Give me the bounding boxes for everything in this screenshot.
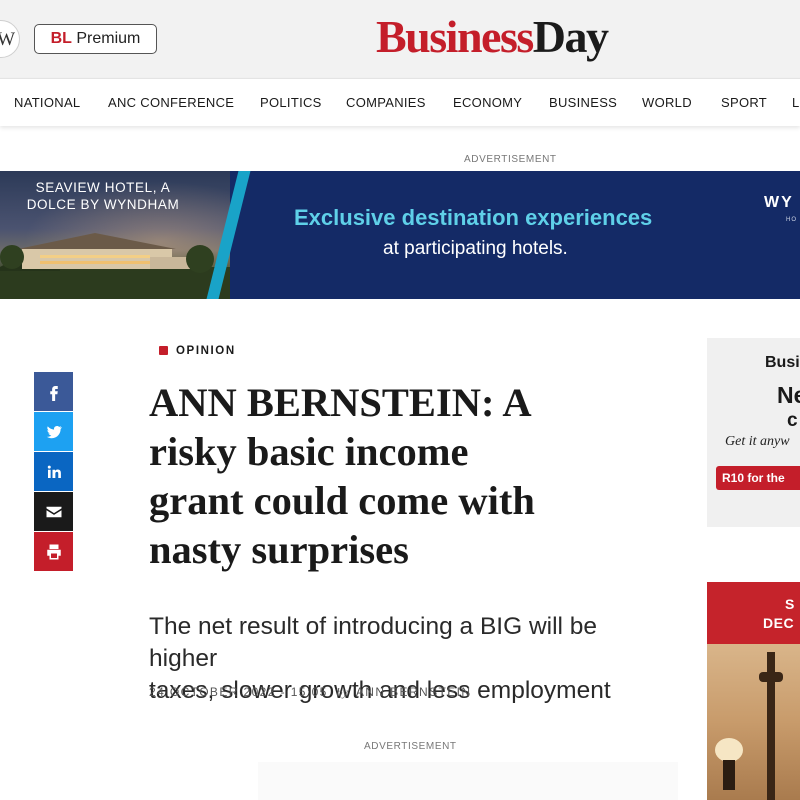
print-icon bbox=[46, 544, 61, 559]
bedpost-detail bbox=[759, 672, 783, 682]
headline-line: risky basic income bbox=[149, 429, 469, 474]
banner-subline[interactable]: at participating hotels. bbox=[383, 238, 568, 260]
promo-cta-button[interactable]: R10 for the bbox=[716, 466, 800, 490]
premium-prefix: BL bbox=[50, 30, 72, 47]
share-linkedin-button[interactable] bbox=[34, 452, 73, 491]
banner-headline[interactable]: Exclusive destination experiences bbox=[294, 205, 652, 231]
site-header: W BL Premium BusinessDay bbox=[0, 0, 800, 78]
advertisement-label: ADVERTISEMENT bbox=[464, 154, 557, 165]
promo-brand: Busi bbox=[765, 354, 800, 371]
subheadline-line: The net result of introducing a BIG will… bbox=[149, 613, 598, 672]
main-nav: NATIONAL ANC CONFERENCE POLITICS COMPANI… bbox=[0, 78, 800, 126]
promo-tagline: Get it anyw bbox=[725, 434, 790, 449]
email-icon bbox=[46, 506, 61, 517]
publish-date: 24 OCTOBER 2022 - 15:05 bbox=[149, 685, 328, 699]
nav-item-anc-conference[interactable]: ANC CONFERENCE bbox=[108, 95, 234, 110]
lamp-image bbox=[715, 738, 743, 790]
print-button[interactable] bbox=[34, 532, 73, 571]
nav-item-economy[interactable]: ECONOMY bbox=[453, 95, 522, 110]
headline-line: nasty surprises bbox=[149, 527, 409, 572]
account-avatar[interactable]: W bbox=[0, 20, 20, 58]
sidebar-ad-line1: S bbox=[785, 596, 795, 612]
share-twitter-button[interactable] bbox=[34, 412, 73, 451]
sidebar-ad-header: S DEC bbox=[707, 582, 800, 644]
headline-line: ANN BERNSTEIN: A bbox=[149, 380, 532, 425]
sidebar-ad[interactable]: S DEC bbox=[707, 582, 800, 800]
banner-brand: WY bbox=[764, 194, 794, 211]
hotel-name-line1: SEAVIEW HOTEL, A bbox=[35, 180, 171, 195]
nav-item-politics[interactable]: POLITICS bbox=[260, 95, 322, 110]
nav-item-sport[interactable]: SPORT bbox=[721, 95, 767, 110]
nav-item-world[interactable]: WORLD bbox=[642, 95, 692, 110]
banner-brand-sub: HO bbox=[786, 217, 797, 223]
nav-item-national[interactable]: NATIONAL bbox=[14, 95, 80, 110]
hotel-photo: SEAVIEW HOTEL, A DOLCE BY WYNDHAM bbox=[0, 171, 230, 299]
author-name[interactable]: ANN BERNSTEIN bbox=[356, 685, 472, 699]
article-headline: ANN BERNSTEIN: A risky basic income gran… bbox=[149, 378, 689, 574]
premium-label: Premium bbox=[76, 30, 141, 47]
article-byline: 24 OCTOBER 2022 - 15:05 by ANN BERNSTEIN bbox=[149, 685, 471, 700]
nav-item-more[interactable]: L bbox=[792, 95, 800, 110]
promo-headline-2: c bbox=[787, 410, 798, 431]
advertisement-label-bottom: ADVERTISEMENT bbox=[364, 741, 457, 752]
bl-premium-button[interactable]: BL Premium bbox=[34, 24, 157, 54]
logo-part-day: Day bbox=[532, 11, 609, 62]
twitter-icon bbox=[46, 425, 62, 438]
avatar-letter: W bbox=[0, 29, 15, 50]
share-facebook-button[interactable] bbox=[34, 372, 73, 411]
byline-by: by bbox=[336, 685, 348, 699]
sidebar-ad-line2: DEC bbox=[763, 615, 795, 631]
section-marker bbox=[159, 346, 168, 355]
share-email-button[interactable] bbox=[34, 492, 73, 531]
hotel-name-line2: DOLCE BY WYNDHAM bbox=[26, 197, 180, 212]
businessday-logo[interactable]: BusinessDay bbox=[376, 10, 609, 64]
nav-item-business[interactable]: BUSINESS bbox=[549, 95, 617, 110]
facebook-icon bbox=[49, 385, 58, 401]
logo-part-business: Business bbox=[376, 11, 534, 62]
subscription-promo[interactable]: Busi Ne c Get it anyw R10 for the bbox=[707, 338, 800, 527]
bottom-ad-slot[interactable] bbox=[258, 762, 678, 800]
promo-headline: Ne bbox=[777, 382, 800, 408]
hotel-name: SEAVIEW HOTEL, A DOLCE BY WYNDHAM bbox=[8, 179, 198, 213]
section-label[interactable]: OPINION bbox=[176, 345, 236, 357]
nav-item-companies[interactable]: COMPANIES bbox=[346, 95, 426, 110]
linkedin-icon bbox=[47, 465, 61, 478]
banner-ad[interactable]: SEAVIEW HOTEL, A DOLCE BY WYNDHAM bbox=[0, 171, 800, 299]
headline-line: grant could come with bbox=[149, 478, 535, 523]
